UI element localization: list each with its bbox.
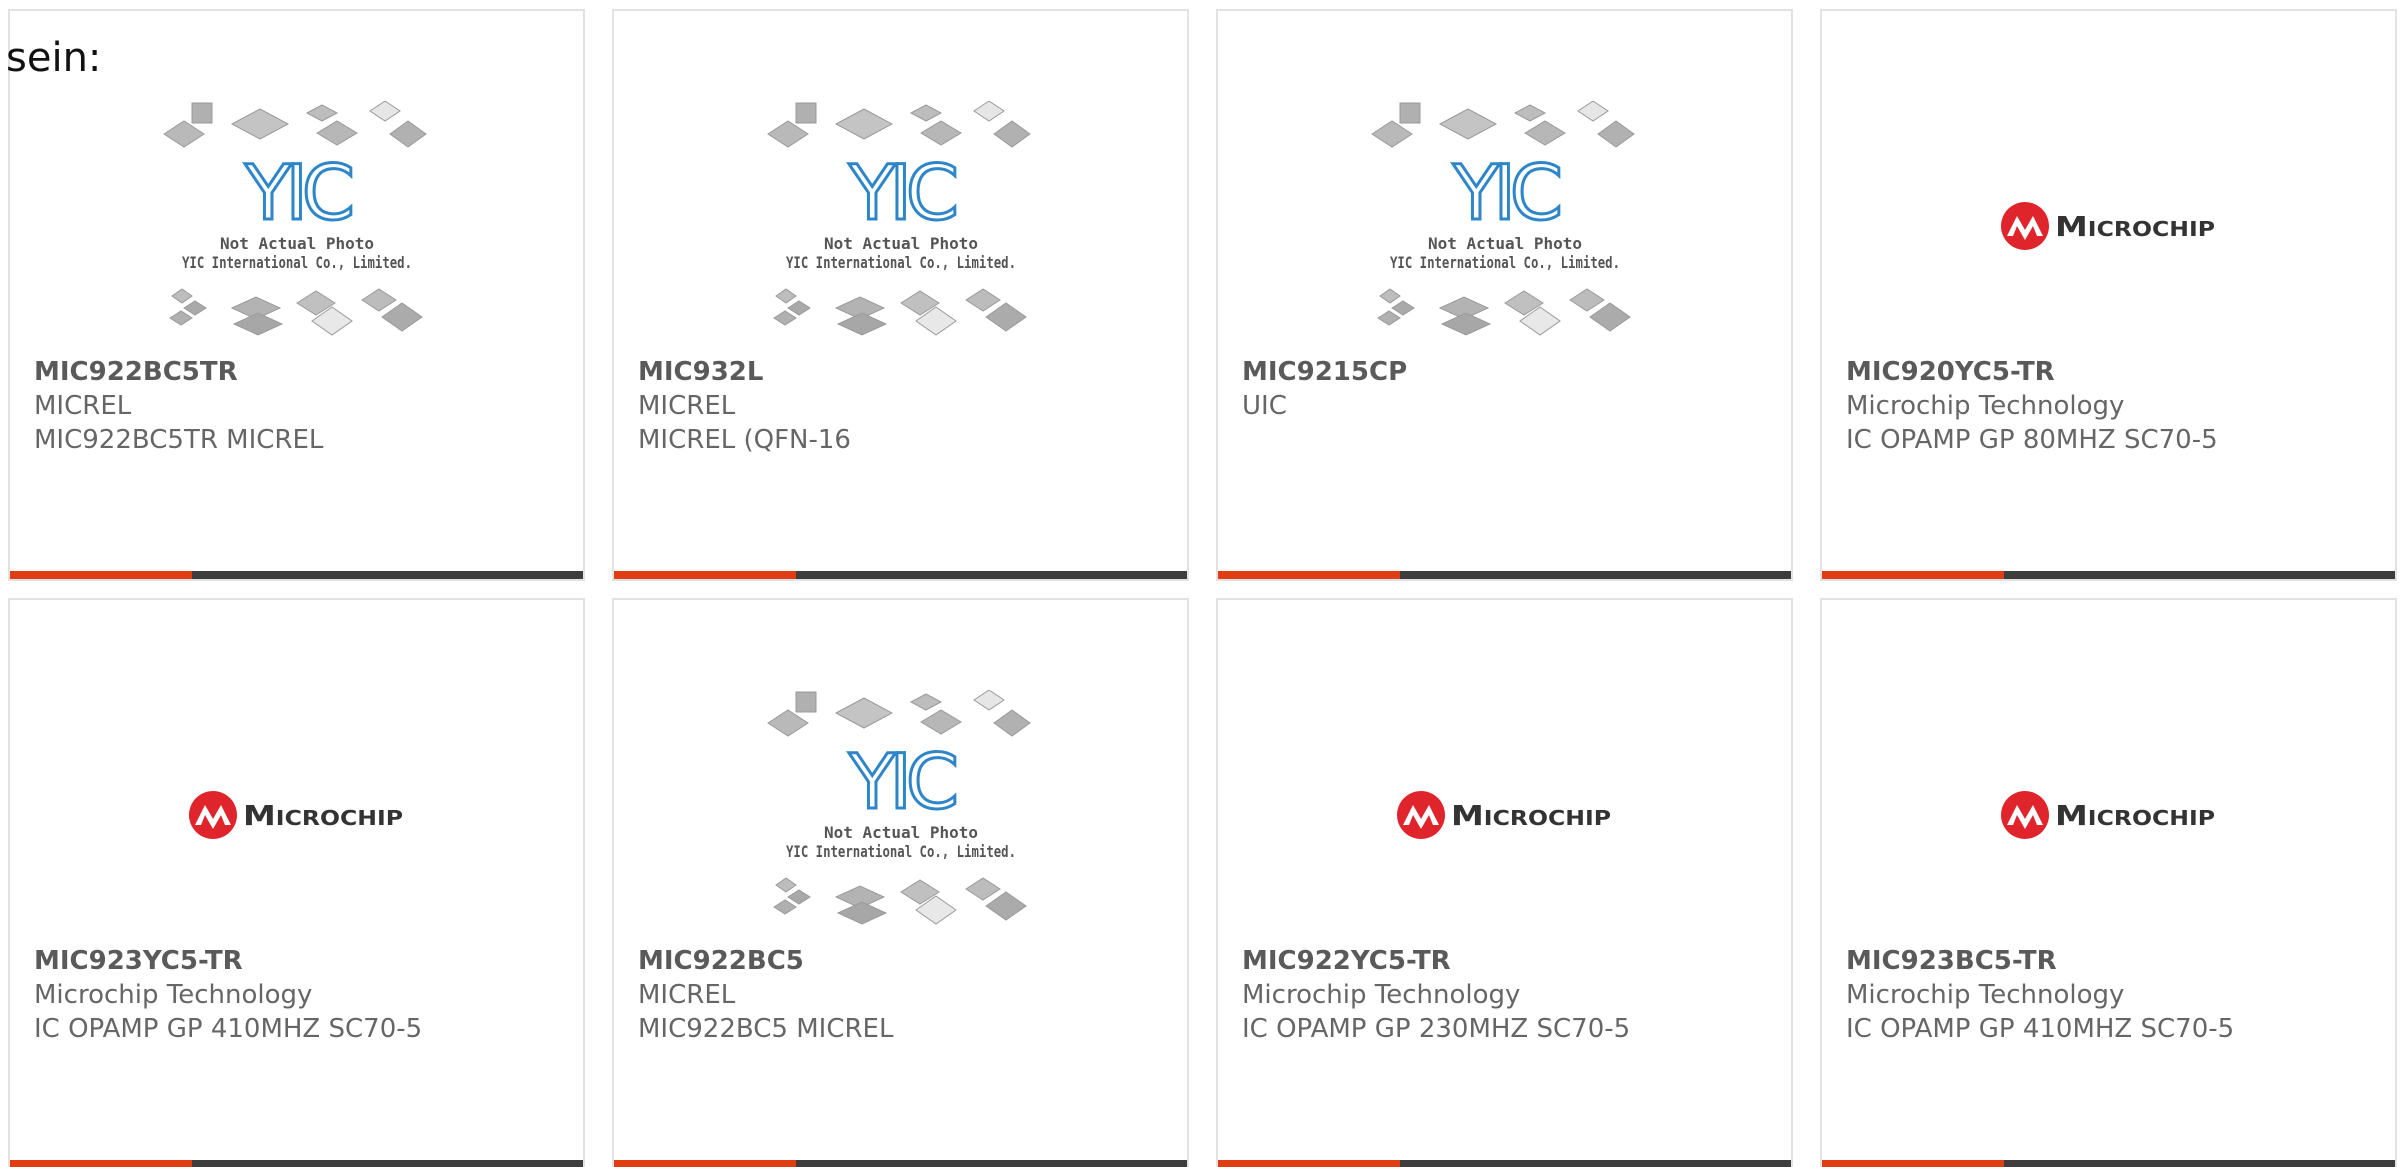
card-bottom-bar [10, 1160, 583, 1167]
microchip-logo-mark [188, 791, 237, 839]
product-manufacturer: MICREL [34, 391, 132, 421]
yic-logo-text: YIC [848, 148, 955, 237]
product-card[interactable]: YIC Not Actual Photo YIC International Co.… [1216, 9, 1793, 581]
microchip-logo: Microchip [2000, 202, 2215, 250]
product-manufacturer: Microchip Technology [34, 980, 313, 1010]
product-image[interactable]: Microchip [1822, 91, 2395, 361]
product-card[interactable]: YIC Not Actual Photo YIC International Co.… [612, 598, 1189, 1167]
microchip-logo-mark [2000, 791, 2049, 839]
yic-caption-line2: YIC International Co., Limited. [786, 842, 1016, 861]
yic-placeholder-image: YICNot Actual PhotoYIC International Co.… [766, 690, 1031, 925]
product-manufacturer: MICREL [638, 980, 736, 1010]
product-image[interactable]: YIC Not Actual Photo YIC International Co.… [614, 91, 1187, 361]
product-card[interactable]: Microchip MIC923BC5-TR Microchip Technol… [1820, 598, 2397, 1167]
chip-cluster-bottom [772, 877, 1027, 925]
card-bottom-bar [1822, 1160, 2395, 1167]
product-image[interactable]: YIC Not Actual Photo YIC International Co.… [614, 680, 1187, 950]
yic-placeholder-image: YICNot Actual PhotoYIC International Co.… [162, 101, 427, 336]
product-manufacturer: UIC [1242, 391, 1287, 421]
product-description: IC OPAMP GP 230MHZ SC70-5 [1242, 1014, 1631, 1044]
product-image[interactable]: Microchip [1218, 680, 1791, 950]
microchip-logo: Microchip [1396, 791, 1611, 839]
chip-cluster-bottom [168, 288, 423, 336]
product-part-number[interactable]: MIC923BC5-TR [1846, 944, 2385, 978]
product-card[interactable]: YIC Not Actual Photo YIC International Co.… [612, 9, 1189, 581]
product-description: IC OPAMP GP 80MHZ SC70-5 [1846, 425, 2218, 455]
product-part-number[interactable]: MIC932L [638, 355, 1177, 389]
yic-logo-text: YIC [244, 148, 351, 237]
yic-caption-line1: Not Actual Photo [823, 823, 977, 842]
card-bottom-bar [1218, 571, 1791, 579]
product-card[interactable]: Microchip MIC920YC5-TR Microchip Technol… [1820, 9, 2397, 581]
chip-cluster-bottom [1376, 288, 1631, 336]
card-accent-bar [614, 1160, 796, 1167]
card-accent-bar [1822, 1160, 2004, 1167]
chip-cluster-top [766, 101, 1031, 148]
product-part-number[interactable]: MIC923YC5-TR [34, 944, 573, 978]
microchip-logo: Microchip [2000, 791, 2215, 839]
card-bottom-bar [614, 571, 1187, 579]
product-description: MIC922BC5 MICREL [638, 1014, 894, 1044]
yic-caption-line1: Not Actual Photo [219, 234, 373, 253]
microchip-logo-text: Microchip [1451, 799, 1611, 832]
product-manufacturer: Microchip Technology [1846, 980, 2125, 1010]
product-card[interactable]: Microchip MIC923YC5-TR Microchip Technol… [8, 598, 585, 1167]
card-bottom-bar [614, 1160, 1187, 1167]
product-part-number[interactable]: MIC922BC5 [638, 944, 1177, 978]
card-accent-bar [10, 571, 192, 579]
yic-caption-line2: YIC International Co., Limited. [182, 253, 412, 272]
card-accent-bar [10, 1160, 192, 1167]
product-part-number[interactable]: MIC920YC5-TR [1846, 355, 2385, 389]
product-part-number[interactable]: MIC9215CP [1242, 355, 1781, 389]
product-image[interactable]: YIC Not Actual Photo YIC International Co.… [10, 91, 583, 361]
product-image[interactable]: YIC Not Actual Photo YIC International Co.… [1218, 91, 1791, 361]
product-grid-page: sein: YIC Not Actual Photo YIC Internation… [0, 0, 2400, 1167]
card-accent-bar [1218, 571, 1400, 579]
chip-cluster-top [162, 101, 427, 148]
chip-cluster-top [766, 690, 1031, 737]
product-manufacturer: MICREL [638, 391, 736, 421]
microchip-logo-mark [2000, 202, 2049, 250]
product-description: IC OPAMP GP 410MHZ SC70-5 [34, 1014, 423, 1044]
product-description: MICREL (QFN-16 [638, 425, 851, 455]
product-part-number[interactable]: MIC922BC5TR [34, 355, 573, 389]
microchip-logo: Microchip [188, 791, 403, 839]
card-accent-bar [1822, 571, 2004, 579]
yic-caption-line1: Not Actual Photo [1427, 234, 1581, 253]
card-accent-bar [614, 571, 796, 579]
card-bottom-bar [1218, 1160, 1791, 1167]
product-image[interactable]: Microchip [1822, 680, 2395, 950]
product-manufacturer: Microchip Technology [1846, 391, 2125, 421]
product-image[interactable]: Microchip [10, 680, 583, 950]
intro-text: sein: [6, 35, 102, 81]
microchip-logo-text: Microchip [2055, 210, 2215, 243]
product-manufacturer: Microchip Technology [1242, 980, 1521, 1010]
product-description: IC OPAMP GP 410MHZ SC70-5 [1846, 1014, 2235, 1044]
card-bottom-bar [10, 571, 583, 579]
product-card[interactable]: Microchip MIC922YC5-TR Microchip Technol… [1216, 598, 1793, 1167]
product-description: MIC922BC5TR MICREL [34, 425, 324, 455]
product-card[interactable]: YIC Not Actual Photo YIC International Co.… [8, 9, 585, 581]
product-part-number[interactable]: MIC922YC5-TR [1242, 944, 1781, 978]
yic-caption-line1: Not Actual Photo [823, 234, 977, 253]
chip-cluster-bottom [772, 288, 1027, 336]
card-accent-bar [1218, 1160, 1400, 1167]
card-bottom-bar [1822, 571, 2395, 579]
microchip-logo-mark [1396, 791, 1445, 839]
chip-cluster-top [1370, 101, 1635, 148]
yic-logo-text: YIC [848, 737, 955, 826]
yic-placeholder-image: YICNot Actual PhotoYIC International Co.… [766, 101, 1031, 336]
microchip-logo-text: Microchip [243, 799, 403, 832]
yic-placeholder-image: YICNot Actual PhotoYIC International Co.… [1370, 101, 1635, 336]
yic-logo-text: YIC [1452, 148, 1559, 237]
yic-caption-line2: YIC International Co., Limited. [786, 253, 1016, 272]
microchip-logo-text: Microchip [2055, 799, 2215, 832]
yic-caption-line2: YIC International Co., Limited. [1390, 253, 1620, 272]
